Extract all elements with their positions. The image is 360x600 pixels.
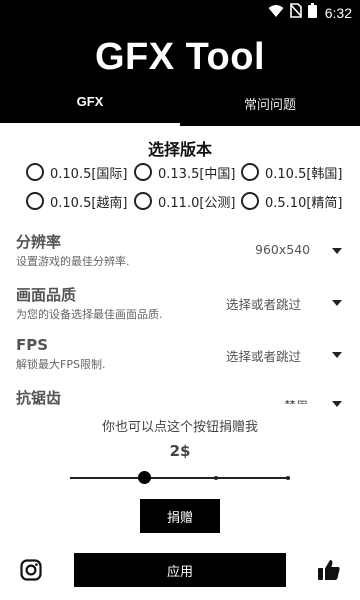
version-option-beta[interactable]: 0.11.0[公测]: [134, 189, 236, 213]
slider-tick: [214, 476, 218, 480]
version-option-label: 0.11.0[公测]: [158, 195, 236, 211]
tab-gfx[interactable]: GFX: [0, 94, 180, 126]
version-option-label: 0.10.5[国际]: [50, 166, 128, 182]
antialiasing-dropdown-arrow-icon[interactable]: [332, 401, 342, 407]
status-bar: 6:32: [0, 0, 360, 24]
tab-faq[interactable]: 常问问题: [180, 94, 360, 126]
donate-amount: 2$: [169, 442, 191, 460]
radio-circle[interactable]: [26, 192, 44, 210]
wifi-icon: [268, 3, 284, 22]
radio-circle[interactable]: [241, 163, 259, 181]
donate-slider-track[interactable]: [70, 477, 290, 479]
fps-description: 解锁最大FPS限制.: [16, 358, 106, 371]
tab-indicator: [0, 123, 180, 126]
donate-button[interactable]: 捐赠: [140, 499, 220, 533]
radio-circle[interactable]: [26, 163, 44, 181]
battery-icon: [307, 3, 317, 22]
app-title: GFX Tool: [94, 36, 266, 78]
tab-faq-label: 常问问题: [243, 98, 296, 113]
donate-text: 你也可以点这个按钮捐赠我: [101, 420, 258, 435]
no-sim-icon: [289, 3, 302, 22]
radio-circle[interactable]: [241, 192, 259, 210]
version-option-label: 0.10.5[韩国]: [265, 166, 343, 182]
version-option-korea[interactable]: 0.10.5[韩国]: [241, 160, 343, 184]
version-option-label: 0.5.10[精简]: [265, 195, 343, 211]
version-option-label: 0.10.5[越南]: [50, 195, 128, 211]
version-option-vietnam[interactable]: 0.10.5[越南]: [26, 189, 128, 213]
version-section-title: 选择版本: [147, 140, 212, 159]
graphics-description: 为您的设备选择最佳画面品质.: [16, 308, 163, 321]
instagram-icon[interactable]: [20, 559, 42, 585]
slider-tick: [286, 476, 290, 480]
version-option-label: 0.13.5[中国]: [158, 166, 236, 182]
version-option-lite[interactable]: 0.5.10[精简]: [241, 189, 343, 213]
resolution-dropdown-value[interactable]: 960x540: [255, 242, 310, 257]
tab-gfx-label: GFX: [76, 94, 104, 109]
fps-title: FPS: [16, 336, 49, 354]
donate-slider-thumb[interactable]: [138, 471, 151, 484]
antialiasing-title: 抗锯齿: [16, 389, 62, 407]
graphics-title: 画面品质: [16, 286, 77, 304]
resolution-title: 分辨率: [16, 233, 62, 251]
version-option-china[interactable]: 0.13.5[中国]: [134, 160, 236, 184]
antialiasing-dropdown-value[interactable]: 禁用: [284, 397, 308, 404]
resolution-dropdown-arrow-icon[interactable]: [332, 248, 342, 254]
resolution-description: 设置游戏的最佳分辨率.: [16, 255, 130, 268]
graphics-dropdown-value[interactable]: 选择或者跳过: [226, 294, 301, 313]
graphics-dropdown-arrow-icon[interactable]: [332, 300, 342, 306]
radio-circle[interactable]: [134, 192, 152, 210]
status-icons: 6:32: [268, 3, 352, 22]
fps-dropdown-arrow-icon[interactable]: [332, 352, 342, 358]
thumbs-up-icon[interactable]: [317, 558, 341, 586]
apply-button[interactable]: 应用: [74, 553, 286, 587]
app-bar: GFX Tool GFX 常问问题: [0, 24, 360, 126]
version-option-global[interactable]: 0.10.5[国际]: [26, 160, 128, 184]
status-time: 6:32: [324, 4, 352, 21]
radio-circle[interactable]: [134, 163, 152, 181]
fps-dropdown-value[interactable]: 选择或者跳过: [226, 346, 301, 365]
